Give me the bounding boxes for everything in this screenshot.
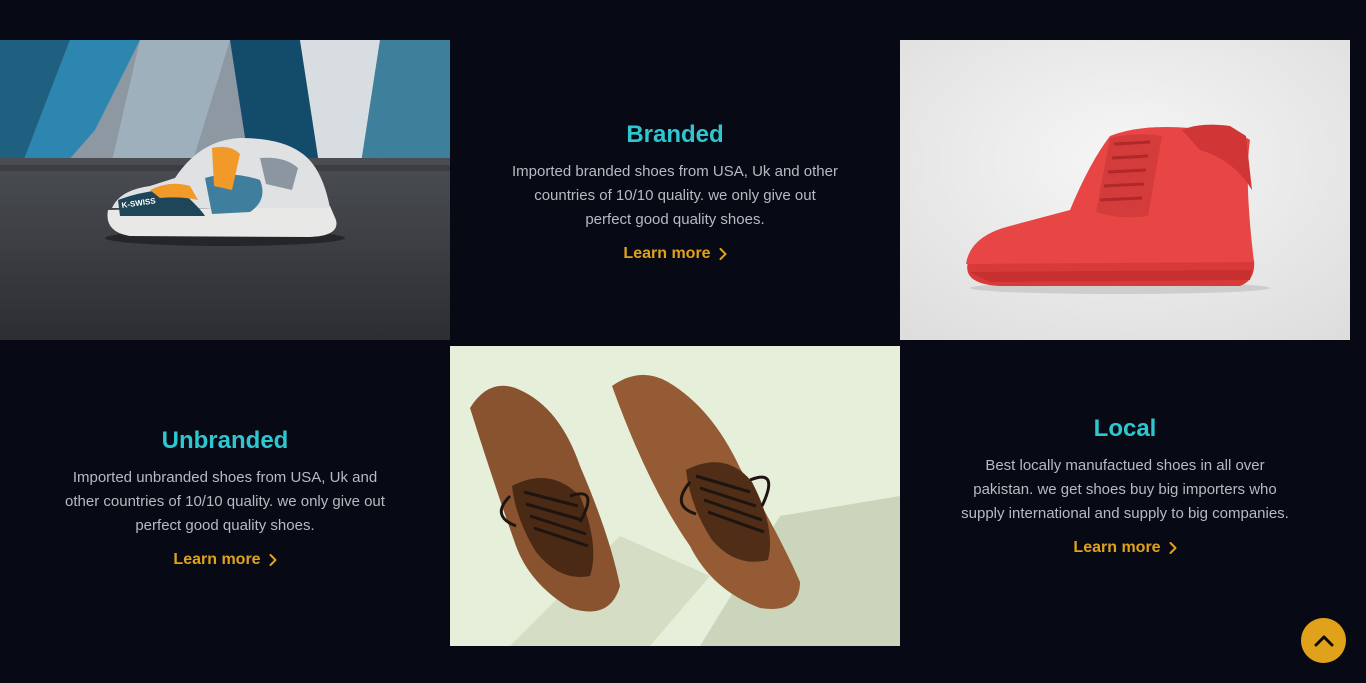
chevron-right-icon [1169, 542, 1177, 554]
card-description: Imported branded shoes from USA, Uk and … [511, 163, 838, 228]
learn-more-link[interactable]: Learn more [1073, 536, 1177, 560]
learn-more-label: Learn more [173, 551, 261, 568]
card-description: Best locally manufactued shoes in all ov… [961, 457, 1289, 522]
brown-shoes-photo [450, 346, 900, 646]
unbranded-card: Unbranded Imported unbranded shoes from … [0, 426, 450, 572]
chevron-up-icon [1314, 635, 1333, 646]
chevron-right-icon [719, 248, 727, 260]
card-title: Branded [626, 121, 724, 148]
red-sneaker-photo [900, 40, 1350, 340]
chevron-right-icon [269, 554, 277, 566]
back-to-top-button[interactable] [1301, 618, 1346, 663]
branded-card: Branded Imported branded shoes from USA,… [450, 120, 900, 266]
learn-more-label: Learn more [1073, 539, 1161, 556]
card-title: Unbranded [161, 427, 289, 454]
learn-more-label: Learn more [623, 245, 711, 262]
learn-more-link[interactable]: Learn more [173, 548, 277, 572]
learn-more-link[interactable]: Learn more [623, 242, 727, 266]
card-description: Imported unbranded shoes from USA, Uk an… [65, 469, 385, 534]
sneaker-photo: K-SWISS [0, 40, 450, 340]
card-title: Local [1093, 415, 1157, 442]
local-card: Local Best locally manufactued shoes in … [900, 414, 1350, 560]
